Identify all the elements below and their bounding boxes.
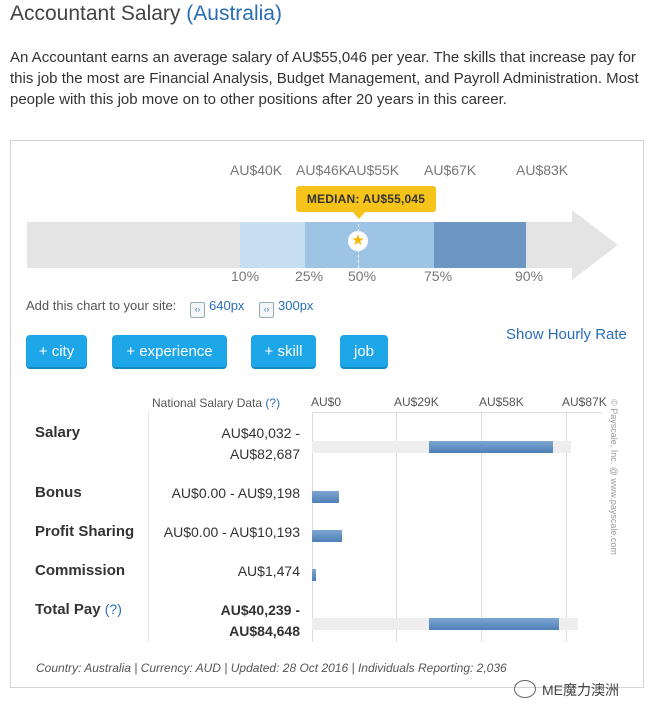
axis-tick-87k: AU$87K	[562, 395, 607, 409]
add-chart-label: Add this chart to your site:	[26, 298, 177, 313]
help-link[interactable]: (?)	[105, 601, 122, 617]
intro-paragraph: An Accountant earns an average salary of…	[10, 49, 639, 108]
band-p25-p75	[305, 222, 434, 268]
percentile-75: 75%	[424, 268, 453, 284]
country-link[interactable]: (Australia)	[186, 2, 282, 25]
show-hourly-rate-link[interactable]: Show Hourly Rate	[506, 326, 627, 343]
wechat-name: ME魔力澳洲	[542, 682, 619, 698]
bar-total-pay	[429, 618, 560, 630]
axis-tick-29k: AU$29K	[394, 395, 439, 409]
row-value-profit-sharing: AU$0.00 - AU$10,193	[163, 524, 300, 540]
percentile-25: 25%	[295, 268, 324, 284]
value-label-p50: AU$55K	[347, 162, 400, 178]
embed-640-label: 640px	[209, 298, 245, 313]
embed-300-label: 300px	[278, 298, 314, 313]
value-label-p75: AU$67K	[424, 162, 477, 178]
job-button[interactable]: job	[340, 335, 388, 369]
watermark-text: © Payscale, Inc. @ www.payscale.com	[609, 399, 619, 555]
add-skill-button[interactable]: + skill	[251, 335, 316, 369]
row-label-bonus: Bonus	[35, 484, 82, 501]
axis-tick-0: AU$0	[311, 395, 342, 409]
axis-tick-58k: AU$58K	[479, 395, 524, 409]
help-link[interactable]: (?)	[265, 396, 280, 410]
percentile-50: 50%	[348, 268, 377, 284]
row-label-total-pay: Total Pay (?)	[35, 601, 122, 618]
embed-300-link[interactable]: ‹› 300px	[259, 298, 313, 318]
bar-bonus	[312, 491, 339, 503]
bar-profit-sharing	[312, 530, 342, 542]
row-label-profit-sharing: Profit Sharing	[35, 523, 135, 540]
embed-code-icon: ‹›	[190, 302, 205, 318]
row-label-commission: Commission	[35, 562, 126, 579]
column-divider	[148, 412, 149, 642]
band-p75-p90	[434, 222, 526, 268]
axis-baseline	[312, 412, 602, 413]
value-label-p10: AU$40K	[230, 162, 283, 178]
payscale-watermark: © Payscale, Inc. @ www.payscale.com	[604, 394, 624, 570]
page-title: Accountant Salary (Australia)	[10, 2, 282, 26]
job-title: Accountant Salary	[10, 2, 181, 25]
star-icon: ★	[348, 231, 368, 251]
median-pointer	[352, 211, 366, 219]
row-value-salary: AU$40,032 - AU$82,687	[221, 423, 300, 465]
row-value-line: AU$40,239 -	[220, 602, 300, 618]
national-salary-header: National Salary Data (?)	[152, 396, 280, 410]
value-label-p90: AU$83K	[516, 162, 569, 178]
row-value-total-pay: AU$40,239 - AU$84,648	[221, 600, 300, 642]
row-value-bonus: AU$0.00 - AU$9,198	[171, 485, 300, 501]
percentile-10: 10%	[231, 268, 260, 284]
percentile-90: 90%	[515, 268, 544, 284]
salary-range-bar	[27, 222, 587, 268]
row-value-line: AU$40,032 -	[221, 425, 300, 441]
wechat-icon	[514, 680, 536, 698]
row-value-line: AU$84,648	[229, 623, 300, 639]
median-callout: MEDIAN: AU$55,045	[296, 186, 436, 212]
embed-640-link[interactable]: ‹› 640px	[190, 298, 244, 318]
bar-salary	[428, 441, 554, 453]
bar-commission	[312, 569, 317, 581]
footer-meta: Country: Australia | Currency: AUD | Upd…	[36, 661, 507, 675]
embed-code-icon: ‹›	[259, 302, 274, 318]
row-value-line: AU$82,687	[229, 446, 300, 462]
value-label-p25: AU$46K	[296, 162, 349, 178]
row-label-salary: Salary	[35, 424, 81, 441]
range-arrow-icon	[572, 210, 618, 280]
add-experience-button[interactable]: + experience	[112, 335, 227, 369]
row-value-commission: AU$1,474	[237, 563, 300, 579]
total-pay-label: Total Pay	[35, 601, 101, 618]
national-salary-title: National Salary Data	[152, 396, 263, 410]
add-city-button[interactable]: + city	[26, 335, 87, 369]
wechat-badge: ME魔力澳洲	[514, 680, 619, 700]
band-p10-p25	[240, 222, 305, 268]
